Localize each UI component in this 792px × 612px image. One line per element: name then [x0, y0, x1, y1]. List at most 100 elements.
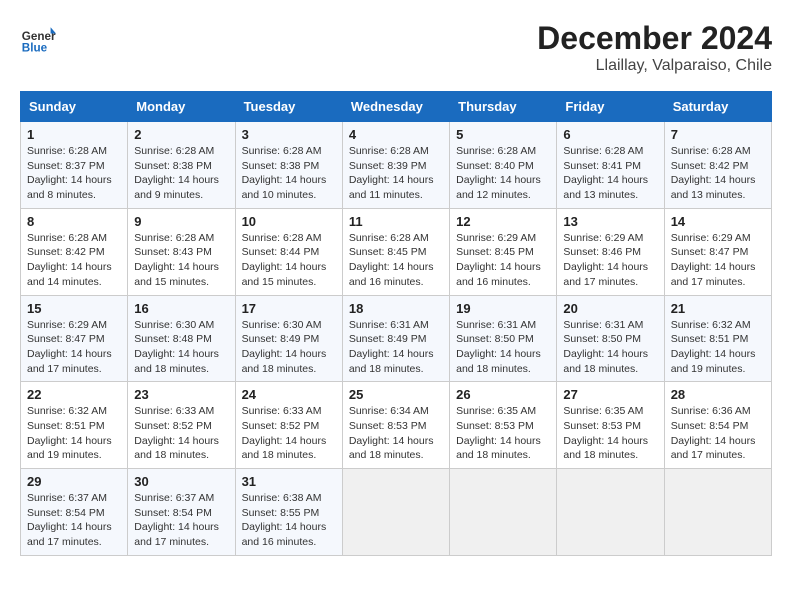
day-sun-info: Sunrise: 6:34 AMSunset: 8:53 PMDaylight:… [349, 404, 443, 463]
day-sun-info: Sunrise: 6:28 AMSunset: 8:38 PMDaylight:… [134, 144, 228, 203]
day-number: 12 [456, 214, 550, 229]
calendar-day-cell: 2 Sunrise: 6:28 AMSunset: 8:38 PMDaylight… [128, 122, 235, 209]
calendar-day-cell [450, 469, 557, 556]
day-sun-info: Sunrise: 6:36 AMSunset: 8:54 PMDaylight:… [671, 404, 765, 463]
calendar-day-cell: 13 Sunrise: 6:29 AMSunset: 8:46 PMDayligh… [557, 208, 664, 295]
day-sun-info: Sunrise: 6:30 AMSunset: 8:49 PMDaylight:… [242, 318, 336, 377]
day-sun-info: Sunrise: 6:28 AMSunset: 8:44 PMDaylight:… [242, 231, 336, 290]
calendar-day-cell: 14Sunrise: 6:29 AMSunset: 8:47 PMDayligh… [664, 208, 771, 295]
calendar-day-cell: 21 Sunrise: 6:32 AMSunset: 8:51 PMDayligh… [664, 295, 771, 382]
day-sun-info: Sunrise: 6:37 AMSunset: 8:54 PMDaylight:… [134, 491, 228, 550]
calendar-day-cell: 15 Sunrise: 6:29 AMSunset: 8:47 PMDayligh… [21, 295, 128, 382]
calendar-day-cell: 9Sunrise: 6:28 AMSunset: 8:43 PMDaylight… [128, 208, 235, 295]
title-block: December 2024 Llaillay, Valparaiso, Chil… [537, 20, 772, 75]
day-sun-info: Sunrise: 6:31 AMSunset: 8:50 PMDaylight:… [456, 318, 550, 377]
day-sun-info: Sunrise: 6:28 AMSunset: 8:45 PMDaylight:… [349, 231, 443, 290]
calendar-day-cell [557, 469, 664, 556]
day-number: 28 [671, 387, 765, 402]
day-sun-info: Sunrise: 6:28 AMSunset: 8:41 PMDaylight:… [563, 144, 657, 203]
calendar-day-cell: 10 Sunrise: 6:28 AMSunset: 8:44 PMDayligh… [235, 208, 342, 295]
day-number: 27 [563, 387, 657, 402]
day-of-week-header: Monday [128, 92, 235, 122]
calendar-week-row: 8 Sunrise: 6:28 AMSunset: 8:42 PMDaylight… [21, 208, 772, 295]
calendar-day-cell: 27 Sunrise: 6:35 AMSunset: 8:53 PMDayligh… [557, 382, 664, 469]
calendar-day-cell: 30 Sunrise: 6:37 AMSunset: 8:54 PMDayligh… [128, 469, 235, 556]
calendar-day-cell: 17Sunrise: 6:30 AMSunset: 8:49 PMDayligh… [235, 295, 342, 382]
location: Llaillay, Valparaiso, Chile [537, 57, 772, 75]
day-number: 24 [242, 387, 336, 402]
calendar-week-row: 22Sunrise: 6:32 AMSunset: 8:51 PMDayligh… [21, 382, 772, 469]
calendar-day-cell: 24 Sunrise: 6:33 AMSunset: 8:52 PMDayligh… [235, 382, 342, 469]
day-number: 26 [456, 387, 550, 402]
day-number: 30 [134, 474, 228, 489]
calendar-week-row: 29Sunrise: 6:37 AMSunset: 8:54 PMDayligh… [21, 469, 772, 556]
day-sun-info: Sunrise: 6:33 AMSunset: 8:52 PMDaylight:… [242, 404, 336, 463]
day-sun-info: Sunrise: 6:32 AMSunset: 8:51 PMDaylight:… [27, 404, 121, 463]
calendar-day-cell: 18 Sunrise: 6:31 AMSunset: 8:49 PMDayligh… [342, 295, 449, 382]
calendar-day-cell [342, 469, 449, 556]
calendar-table: SundayMondayTuesdayWednesdayThursdayFrid… [20, 91, 772, 556]
logo: General Blue [20, 20, 56, 56]
calendar-day-cell: 1 Sunrise: 6:28 AMSunset: 8:37 PMDaylight… [21, 122, 128, 209]
day-number: 13 [563, 214, 657, 229]
day-sun-info: Sunrise: 6:35 AMSunset: 8:53 PMDaylight:… [563, 404, 657, 463]
calendar-day-cell: 28 Sunrise: 6:36 AMSunset: 8:54 PMDayligh… [664, 382, 771, 469]
calendar-day-cell: 3 Sunrise: 6:28 AMSunset: 8:38 PMDaylight… [235, 122, 342, 209]
day-number: 1 [27, 127, 121, 142]
calendar-day-cell: 4Sunrise: 6:28 AMSunset: 8:39 PMDaylight… [342, 122, 449, 209]
day-of-week-header: Wednesday [342, 92, 449, 122]
day-sun-info: Sunrise: 6:28 AMSunset: 8:42 PMDaylight:… [27, 231, 121, 290]
day-number: 7 [671, 127, 765, 142]
day-number: 18 [349, 301, 443, 316]
calendar-day-cell: 8 Sunrise: 6:28 AMSunset: 8:42 PMDaylight… [21, 208, 128, 295]
calendar-day-cell: 26Sunrise: 6:35 AMSunset: 8:53 PMDayligh… [450, 382, 557, 469]
day-sun-info: Sunrise: 6:28 AMSunset: 8:39 PMDaylight:… [349, 144, 443, 203]
calendar-day-cell: 25 Sunrise: 6:34 AMSunset: 8:53 PMDayligh… [342, 382, 449, 469]
calendar-day-cell: 6 Sunrise: 6:28 AMSunset: 8:41 PMDaylight… [557, 122, 664, 209]
day-number: 23 [134, 387, 228, 402]
day-sun-info: Sunrise: 6:29 AMSunset: 8:45 PMDaylight:… [456, 231, 550, 290]
day-sun-info: Sunrise: 6:28 AMSunset: 8:42 PMDaylight:… [671, 144, 765, 203]
svg-text:Blue: Blue [22, 42, 48, 55]
calendar-header-row: SundayMondayTuesdayWednesdayThursdayFrid… [21, 92, 772, 122]
calendar-day-cell: 5Sunrise: 6:28 AMSunset: 8:40 PMDaylight… [450, 122, 557, 209]
day-sun-info: Sunrise: 6:32 AMSunset: 8:51 PMDaylight:… [671, 318, 765, 377]
calendar-day-cell: 19 Sunrise: 6:31 AMSunset: 8:50 PMDayligh… [450, 295, 557, 382]
day-number: 6 [563, 127, 657, 142]
calendar-day-cell: 29Sunrise: 6:37 AMSunset: 8:54 PMDayligh… [21, 469, 128, 556]
day-sun-info: Sunrise: 6:28 AMSunset: 8:38 PMDaylight:… [242, 144, 336, 203]
day-sun-info: Sunrise: 6:29 AMSunset: 8:47 PMDaylight:… [27, 318, 121, 377]
day-number: 21 [671, 301, 765, 316]
day-of-week-header: Tuesday [235, 92, 342, 122]
calendar-day-cell: 12 Sunrise: 6:29 AMSunset: 8:45 PMDayligh… [450, 208, 557, 295]
day-of-week-header: Sunday [21, 92, 128, 122]
day-sun-info: Sunrise: 6:33 AMSunset: 8:52 PMDaylight:… [134, 404, 228, 463]
day-sun-info: Sunrise: 6:28 AMSunset: 8:43 PMDaylight:… [134, 231, 228, 290]
day-number: 14 [671, 214, 765, 229]
day-number: 19 [456, 301, 550, 316]
calendar-day-cell: 31Sunrise: 6:38 AMSunset: 8:55 PMDayligh… [235, 469, 342, 556]
day-number: 15 [27, 301, 121, 316]
day-sun-info: Sunrise: 6:29 AMSunset: 8:46 PMDaylight:… [563, 231, 657, 290]
day-number: 16 [134, 301, 228, 316]
day-number: 2 [134, 127, 228, 142]
day-number: 10 [242, 214, 336, 229]
calendar-day-cell: 11Sunrise: 6:28 AMSunset: 8:45 PMDayligh… [342, 208, 449, 295]
day-number: 5 [456, 127, 550, 142]
calendar-day-cell: 20Sunrise: 6:31 AMSunset: 8:50 PMDayligh… [557, 295, 664, 382]
day-sun-info: Sunrise: 6:30 AMSunset: 8:48 PMDaylight:… [134, 318, 228, 377]
calendar-day-cell [664, 469, 771, 556]
day-sun-info: Sunrise: 6:37 AMSunset: 8:54 PMDaylight:… [27, 491, 121, 550]
calendar-day-cell: 7 Sunrise: 6:28 AMSunset: 8:42 PMDaylight… [664, 122, 771, 209]
calendar-week-row: 15 Sunrise: 6:29 AMSunset: 8:47 PMDayligh… [21, 295, 772, 382]
day-sun-info: Sunrise: 6:28 AMSunset: 8:37 PMDaylight:… [27, 144, 121, 203]
calendar-week-row: 1 Sunrise: 6:28 AMSunset: 8:37 PMDaylight… [21, 122, 772, 209]
day-number: 25 [349, 387, 443, 402]
day-sun-info: Sunrise: 6:31 AMSunset: 8:50 PMDaylight:… [563, 318, 657, 377]
day-number: 8 [27, 214, 121, 229]
day-sun-info: Sunrise: 6:31 AMSunset: 8:49 PMDaylight:… [349, 318, 443, 377]
day-number: 3 [242, 127, 336, 142]
calendar-day-cell: 16 Sunrise: 6:30 AMSunset: 8:48 PMDayligh… [128, 295, 235, 382]
month-title: December 2024 [537, 20, 772, 57]
page-header: General Blue December 2024 Llaillay, Val… [20, 20, 772, 75]
